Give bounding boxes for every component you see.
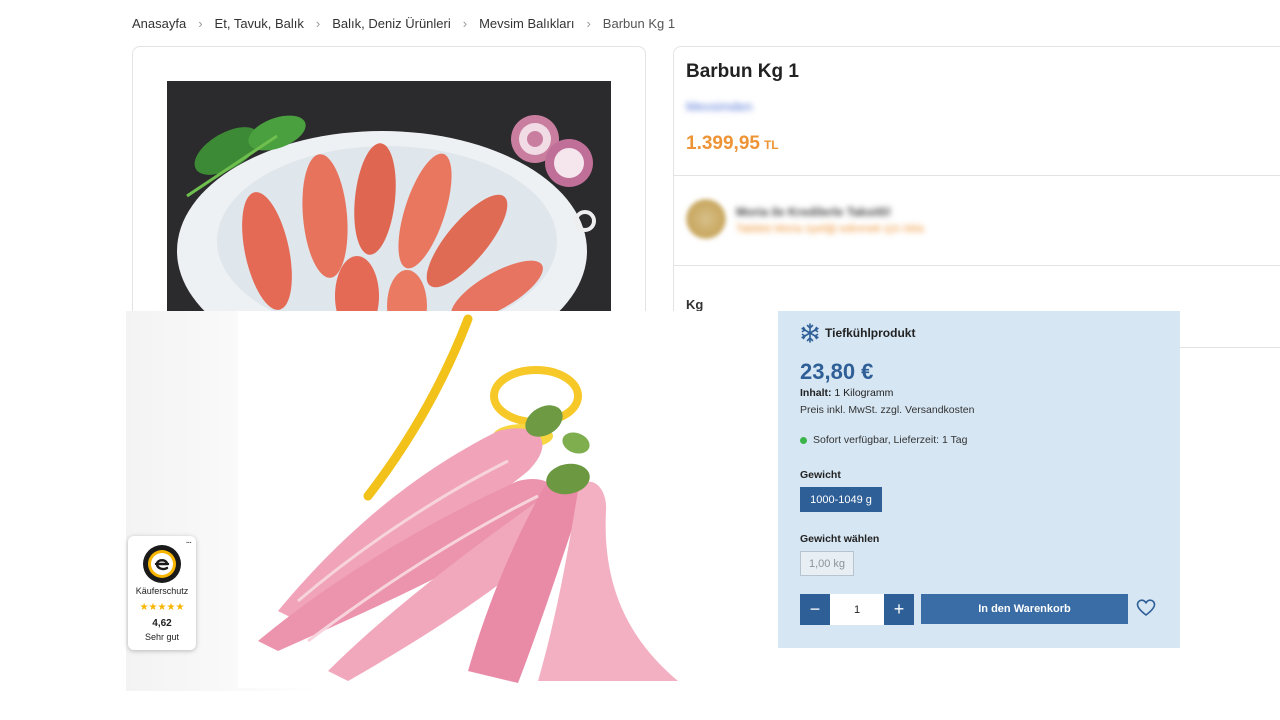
frozen-product-row: Tiefkühlprodukt	[800, 323, 915, 343]
frozen-product-label: Tiefkühlprodukt	[825, 326, 916, 340]
rating-stars-icon: ★★★★★	[139, 602, 185, 613]
weight-label: Gewicht	[800, 469, 841, 481]
content-value: 1 Kilogramm	[831, 387, 894, 399]
content-label: Inhalt:	[800, 387, 832, 399]
price-eur: 23,80 €	[800, 359, 874, 384]
chevron-right-icon: ›	[462, 16, 468, 31]
quantity-decrease-button[interactable]: −	[800, 594, 830, 625]
divider	[674, 265, 1280, 266]
snowflake-icon	[801, 323, 819, 343]
trusted-shops-seal-icon	[143, 545, 181, 583]
unit-label: Kg	[686, 297, 704, 312]
breadcrumb: Anasayfa › Et, Tavuk, Balık › Balık, Den…	[132, 16, 675, 31]
tax-note[interactable]: Preis inkl. MwSt. zzgl. Versandkosten	[800, 404, 975, 416]
product-gallery	[132, 46, 646, 348]
chevron-right-icon: ›	[586, 16, 591, 31]
chevron-right-icon: ›	[315, 16, 321, 31]
more-options-icon[interactable]: ...	[186, 535, 192, 546]
brand-link[interactable]: Mevsimden	[686, 99, 752, 114]
breadcrumb-home[interactable]: Anasayfa	[132, 16, 186, 31]
promo-coin-icon	[686, 199, 726, 239]
availability-text: Sofort verfügbar, Lieferzeit: 1 Tag	[813, 434, 968, 446]
heart-icon[interactable]	[1136, 598, 1156, 618]
overlay-product-image-area	[126, 311, 778, 691]
divider	[674, 175, 1280, 176]
weight-input[interactable]: 1,00 kg	[800, 551, 854, 576]
breadcrumb-meat-poultry-fish[interactable]: Et, Tavuk, Balık	[215, 16, 304, 31]
add-to-cart-button[interactable]: In den Warenkorb	[921, 594, 1128, 624]
fillet-image[interactable]	[238, 311, 678, 688]
weight-option-selected[interactable]: 1000-1049 g	[800, 487, 882, 512]
trust-badge[interactable]: ... Käuferschutz ★★★★★ 4,62 Sehr gut	[128, 535, 196, 650]
price-value: 1.399,95	[686, 133, 760, 154]
breadcrumb-seasonal-fish[interactable]: Mevsim Balıkları	[479, 16, 574, 31]
quantity-increase-button[interactable]: +	[884, 594, 914, 625]
rating-score: 4,62	[152, 618, 172, 629]
promo-link[interactable]: Tabldot Moria üyeliği edinmek için tıkla	[736, 223, 924, 235]
product-image[interactable]	[167, 81, 611, 321]
breadcrumb-current: Barbun Kg 1	[602, 16, 676, 31]
availability-row: Sofort verfügbar, Lieferzeit: 1 Tag	[800, 434, 967, 446]
chevron-right-icon: ›	[198, 16, 203, 31]
rating-verdict: Sehr gut	[144, 632, 180, 642]
content-info: Inhalt: 1 Kilogramm	[800, 387, 893, 399]
promo-title: Moria ile Kredilerle Taksitli!	[736, 205, 892, 219]
availability-dot-icon	[800, 436, 807, 444]
weight-choose-label: Gewicht wählen	[800, 533, 880, 545]
buyer-protection-label: Käuferschutz	[135, 586, 189, 596]
product-title: Barbun Kg 1	[686, 61, 799, 82]
breadcrumb-fish-seafood[interactable]: Balık, Deniz Ürünleri	[332, 16, 451, 31]
product-info-card: Barbun Kg 1 Mevsimden 1.399,95 TL Moria i…	[673, 46, 1280, 348]
quantity-input[interactable]: 1	[830, 594, 884, 625]
product-price: 1.399,95 TL	[686, 133, 779, 155]
buy-panel: Tiefkühlprodukt 23,80 € Inhalt: 1 Kilogr…	[778, 311, 1180, 648]
price-currency: TL	[763, 138, 779, 152]
